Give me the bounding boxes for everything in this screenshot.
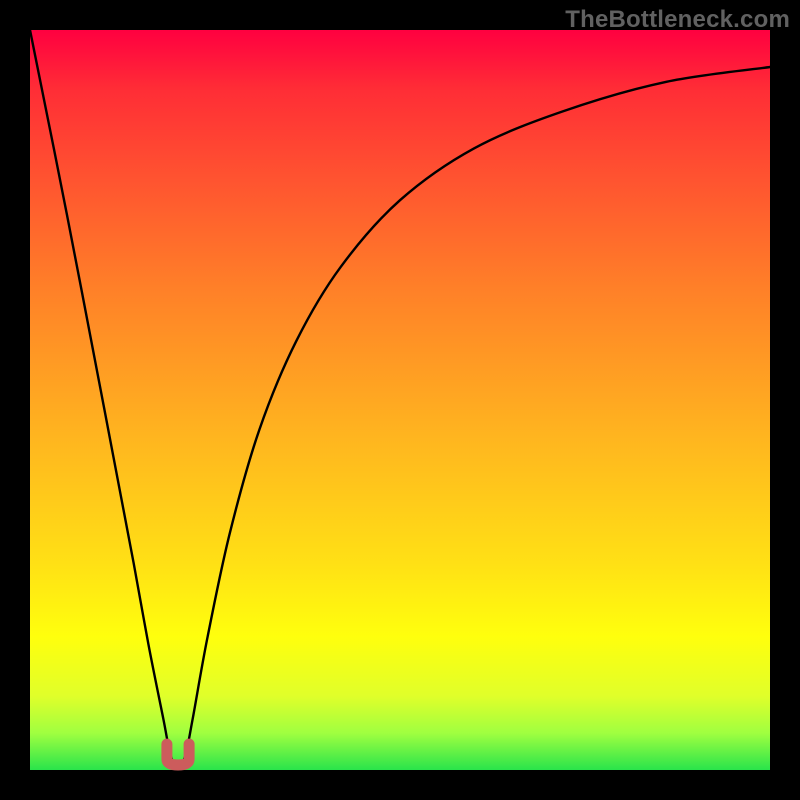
watermark-text: TheBottleneck.com bbox=[565, 6, 790, 34]
optimum-marker bbox=[167, 744, 189, 765]
plot-area bbox=[30, 30, 770, 770]
chart-frame: TheBottleneck.com bbox=[0, 0, 800, 800]
curve-layer bbox=[30, 30, 770, 770]
bottleneck-curve bbox=[30, 30, 770, 770]
